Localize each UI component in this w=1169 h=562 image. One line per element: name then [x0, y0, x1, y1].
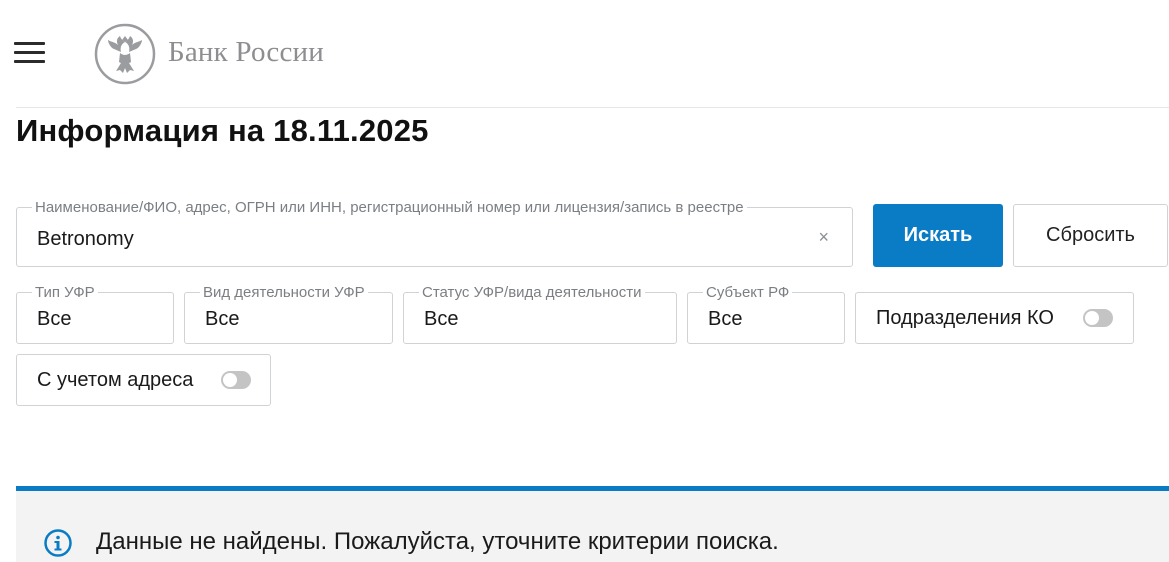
with-address-switch[interactable]: [221, 371, 251, 389]
filter-subject-label: Субъект РФ: [703, 284, 793, 301]
filter-activity-label: Вид деятельности УФР: [200, 284, 368, 301]
filter-type-value: Все: [37, 308, 72, 330]
filter-activity-select[interactable]: Вид деятельности УФР Все: [184, 284, 393, 344]
ko-divisions-switch[interactable]: [1083, 309, 1113, 327]
page-title: Информация на 18.11.2025: [16, 113, 429, 148]
filter-activity-value: Все: [205, 308, 240, 330]
search-field-label: Наименование/ФИО, адрес, ОГРН или ИНН, р…: [32, 199, 747, 216]
info-icon: [44, 529, 72, 557]
no-results-message: Данные не найдены. Пожалуйста, уточните …: [96, 528, 779, 555]
filter-status-select[interactable]: Статус УФР/вида деятельности Все: [403, 284, 677, 344]
brand-name[interactable]: Банк России: [168, 36, 324, 69]
header-divider: [16, 107, 1169, 108]
with-address-label: С учетом адреса: [37, 368, 194, 391]
filter-type-label: Тип УФР: [32, 284, 98, 301]
bank-emblem-logo[interactable]: [94, 23, 156, 85]
filter-subject-value: Все: [708, 308, 743, 330]
search-button[interactable]: Искать: [873, 204, 1003, 267]
no-results-notice: Данные не найдены. Пожалуйста, уточните …: [16, 486, 1169, 562]
filter-status-label: Статус УФР/вида деятельности: [419, 284, 645, 301]
switch-knob: [223, 373, 237, 387]
filter-status-value: Все: [424, 308, 459, 330]
search-field[interactable]: Наименование/ФИО, адрес, ОГРН или ИНН, р…: [16, 199, 853, 267]
with-address-toggle-box[interactable]: С учетом адреса: [16, 354, 271, 406]
reset-button[interactable]: Сбросить: [1013, 204, 1168, 267]
menu-icon[interactable]: [14, 42, 46, 64]
ko-divisions-toggle-box[interactable]: Подразделения КО: [855, 292, 1134, 344]
switch-knob: [1085, 311, 1099, 325]
clear-icon[interactable]: ×: [818, 227, 829, 248]
search-input[interactable]: Betronomy: [37, 228, 134, 251]
filter-subject-select[interactable]: Субъект РФ Все: [687, 284, 845, 344]
ko-divisions-label: Подразделения КО: [876, 306, 1054, 329]
site-header: Банк России: [0, 0, 1169, 108]
filter-type-select[interactable]: Тип УФР Все: [16, 284, 174, 344]
